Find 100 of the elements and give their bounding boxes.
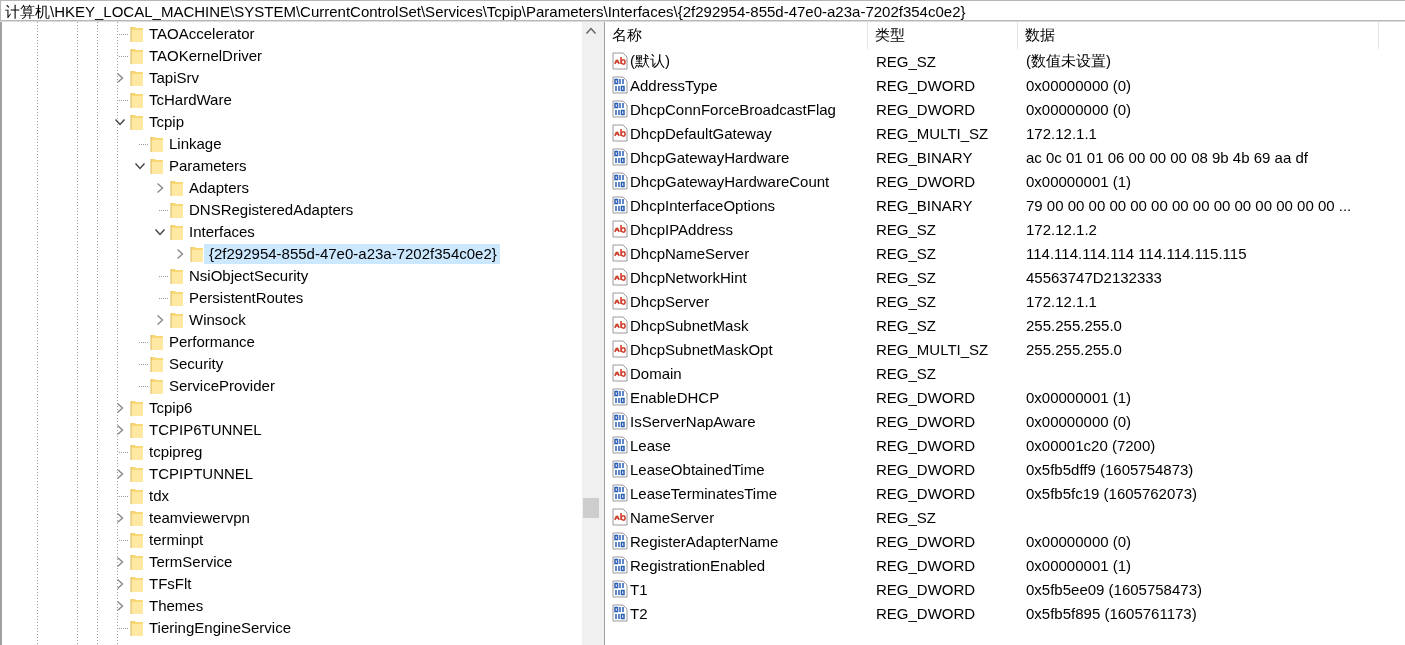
tree-item[interactable]: Winsock <box>150 309 249 331</box>
value-name[interactable]: Lease <box>630 436 671 454</box>
tree-item[interactable]: Linkage <box>130 133 225 155</box>
folder-icon <box>130 25 144 43</box>
folder-icon <box>170 289 184 307</box>
tree-item[interactable]: Performance <box>130 331 258 353</box>
value-data: 255.255.255.0 <box>1025 316 1123 334</box>
tree-item[interactable]: TCPIPTUNNEL <box>110 463 257 485</box>
value-data: 0x00001c20 (7200) <box>1025 436 1157 454</box>
folder-icon <box>150 333 164 351</box>
value-data: 0x5fb5dff9 (1605754873) <box>1025 460 1195 478</box>
value-data: ac 0c 01 01 06 00 00 00 08 9b 4b 69 aa df <box>1025 148 1309 166</box>
value-data: 0x00000001 (1) <box>1025 172 1133 190</box>
value-name[interactable]: DhcpServer <box>630 292 710 310</box>
value-data: 0x00000000 (0) <box>1025 100 1133 118</box>
tree-item[interactable]: Interfaces <box>150 221 258 243</box>
value-name[interactable]: DhcpInterfaceOptions <box>630 196 776 214</box>
tree-item[interactable]: ServiceProvider <box>130 375 278 397</box>
folder-icon <box>130 465 144 483</box>
tree-item[interactable]: Themes <box>110 595 207 617</box>
value-type: REG_DWORD <box>875 604 977 622</box>
tree-item[interactable]: DNSRegisteredAdapters <box>150 199 357 221</box>
value-data: 0x5fb5fc19 (1605762073) <box>1025 484 1198 502</box>
value-name[interactable]: RegistrationEnabled <box>630 556 766 574</box>
value-type: REG_SZ <box>875 244 937 262</box>
value-name[interactable]: DhcpSubnetMaskOpt <box>630 340 773 358</box>
value-data: 172.12.1.1 <box>1025 124 1098 142</box>
tree-item[interactable]: TermService <box>110 551 236 573</box>
tree-item[interactable]: TapiSrv <box>110 67 203 89</box>
value-name[interactable]: LeaseObtainedTime <box>630 460 765 478</box>
value-name[interactable]: DhcpGatewayHardware <box>630 148 790 166</box>
value-name[interactable]: DhcpSubnetMask <box>630 316 749 334</box>
tree-item[interactable]: Adapters <box>150 177 253 199</box>
value-data: 0x5fb5ee09 (1605758473) <box>1025 580 1203 598</box>
value-name[interactable]: DhcpGatewayHardwareCount <box>630 172 830 190</box>
tree-item[interactable]: teamviewervpn <box>110 507 253 529</box>
value-type: REG_DWORD <box>875 388 977 406</box>
value-type: REG_DWORD <box>875 556 977 574</box>
value-name[interactable]: LeaseTerminatesTime <box>630 484 777 502</box>
value-data: 255.255.255.0 <box>1025 340 1123 358</box>
folder-icon <box>130 113 144 131</box>
tree-item[interactable]: TAOKernelDriver <box>110 45 266 67</box>
tree-item[interactable]: tdx <box>110 485 172 507</box>
tree-item[interactable]: Tcpip6 <box>110 397 196 419</box>
value-name[interactable]: IsServerNapAware <box>630 412 756 430</box>
folder-icon <box>190 245 204 263</box>
value-data: 114.114.114.114 114.114.115.115 <box>1025 244 1248 262</box>
value-type: REG_SZ <box>875 508 937 526</box>
folder-icon <box>150 135 164 153</box>
value-name[interactable]: DhcpNetworkHint <box>630 268 747 286</box>
value-name[interactable]: DhcpNameServer <box>630 244 750 262</box>
tree-item[interactable]: TAOAccelerator <box>110 23 258 45</box>
vertical-scrollbar[interactable] <box>582 22 600 645</box>
value-type: REG_MULTI_SZ <box>875 124 990 142</box>
tree-item[interactable]: TFsFlt <box>110 573 195 595</box>
tree-item[interactable]: terminpt <box>110 529 207 551</box>
value-type: REG_DWORD <box>875 460 977 478</box>
value-name[interactable]: DhcpDefaultGateway <box>630 124 772 142</box>
value-type: REG_DWORD <box>875 100 977 118</box>
tree-item[interactable]: tcpipreg <box>110 441 206 463</box>
value-name[interactable]: T1 <box>630 580 648 598</box>
tree-item[interactable]: Parameters <box>130 155 250 177</box>
value-type: REG_SZ <box>875 316 937 334</box>
tree-item[interactable]: NsiObjectSecurity <box>150 265 312 287</box>
value-type: REG_SZ <box>875 52 937 70</box>
folder-icon <box>150 355 164 373</box>
column-header[interactable]: 数据 <box>1018 22 1379 49</box>
value-name[interactable]: (默认) <box>630 51 670 71</box>
tree-item[interactable]: Tcpip <box>110 111 188 133</box>
value-name[interactable]: RegisterAdapterName <box>630 532 779 550</box>
value-name[interactable]: DhcpConnForceBroadcastFlag <box>630 100 836 118</box>
value-name[interactable]: AddressType <box>630 76 718 94</box>
tree-item[interactable]: TcHardWare <box>110 89 235 111</box>
folder-icon <box>170 201 184 219</box>
scrollbar-thumb[interactable] <box>583 498 599 518</box>
value-name[interactable]: NameServer <box>630 508 715 526</box>
address-field[interactable]: 计算机\HKEY_LOCAL_MACHINE\SYSTEM\CurrentControlSet\Services\Tcpip\Parameters\Interfaces\{2f292954-855d-47e0-a23a-7202f354c0e2} <box>0 0 1405 21</box>
column-header[interactable]: 类型 <box>868 22 1018 49</box>
value-name[interactable]: DhcpIPAddress <box>630 220 734 238</box>
value-data: 0x00000000 (0) <box>1025 76 1133 94</box>
value-name[interactable]: Domain <box>630 364 682 382</box>
value-data: 45563747D2132333 <box>1025 268 1163 286</box>
tree-item[interactable]: TCPIP6TUNNEL <box>110 419 265 441</box>
value-data: 0x00000001 (1) <box>1025 388 1133 406</box>
column-header[interactable]: 名称 <box>605 22 868 49</box>
value-name[interactable]: T2 <box>630 604 648 622</box>
value-name[interactable]: EnableDHCP <box>630 388 720 406</box>
value-type: REG_DWORD <box>875 436 977 454</box>
folder-icon <box>130 91 144 109</box>
tree-item[interactable]: Security <box>130 353 227 375</box>
folder-icon <box>130 509 144 527</box>
value-data: 0x00000001 (1) <box>1025 556 1133 574</box>
tree-item[interactable]: PersistentRoutes <box>150 287 307 309</box>
value-type: REG_DWORD <box>875 532 977 550</box>
folder-icon <box>130 553 144 571</box>
folder-icon <box>130 531 144 549</box>
value-data: 172.12.1.2 <box>1025 220 1098 238</box>
value-data: 0x00000000 (0) <box>1025 532 1133 550</box>
tree-item[interactable]: TieringEngineService <box>110 617 295 639</box>
value-type: REG_BINARY <box>875 196 974 214</box>
